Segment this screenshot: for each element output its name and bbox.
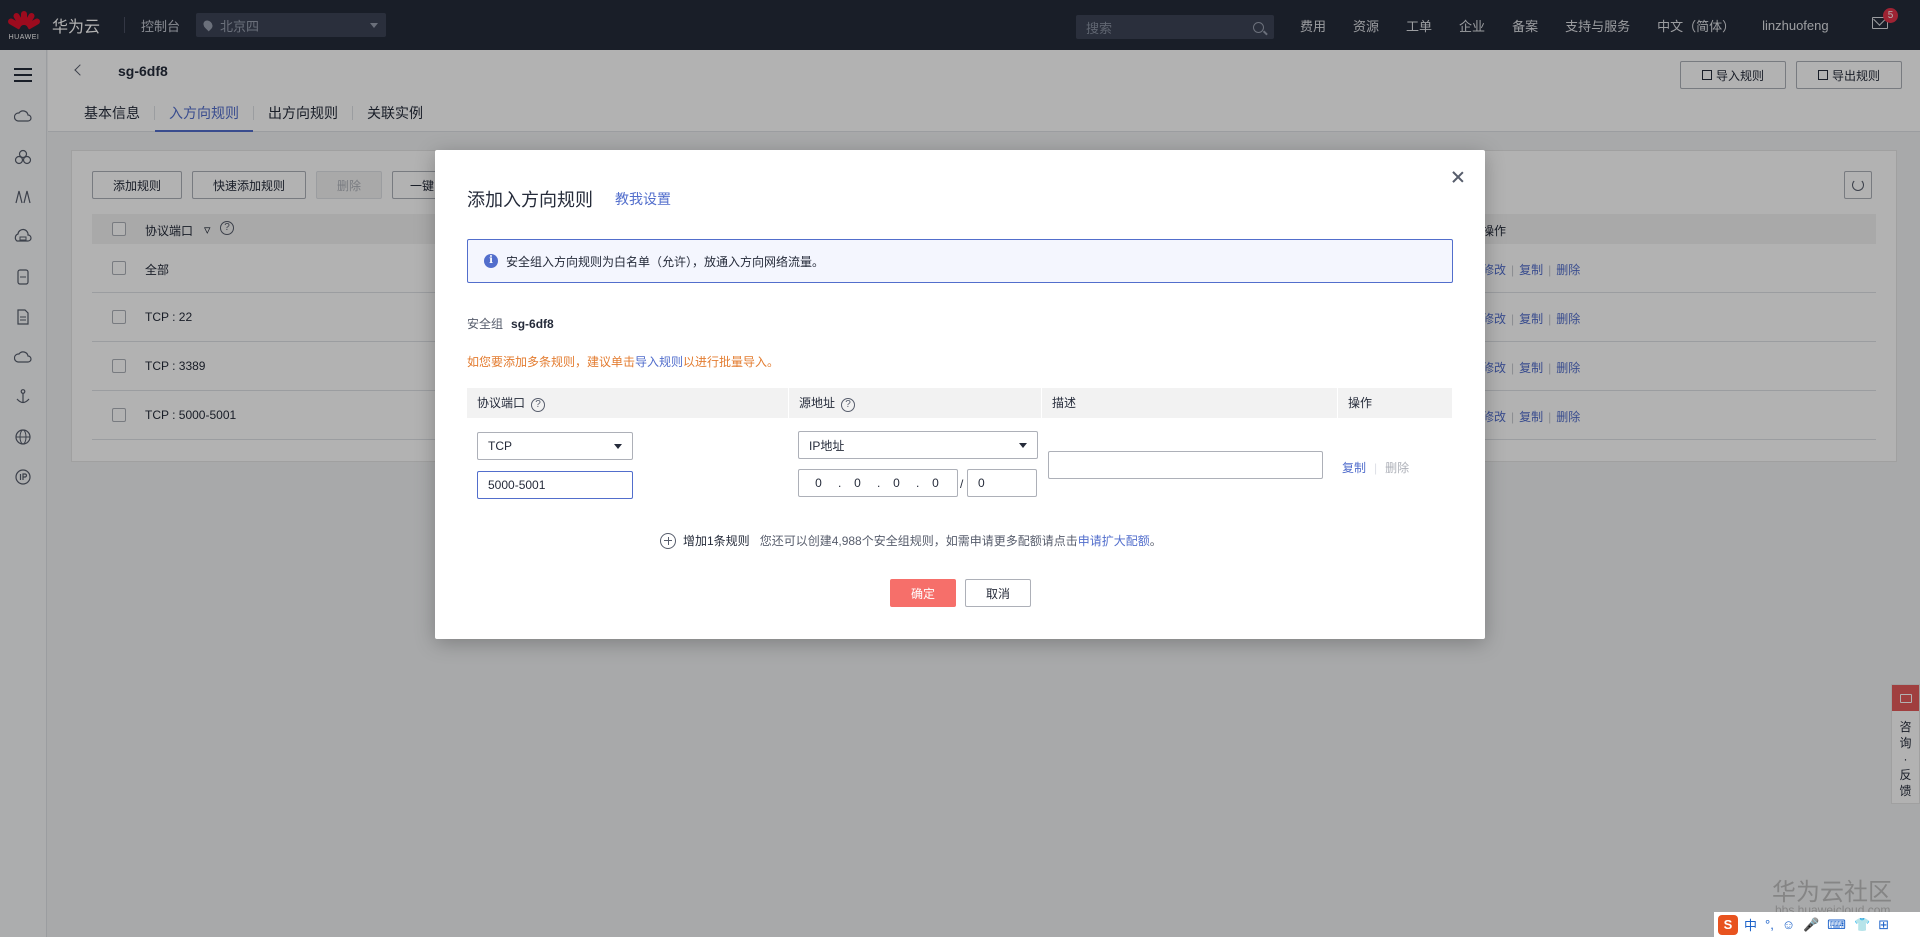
bulk-import-hint: 如您要添加多条规则，建议单击导入规则以进行批量导入。 <box>467 353 779 370</box>
ip-octet[interactable]: 0 <box>916 476 955 490</box>
rule-row-actions: 复制 | 删除 <box>1342 461 1410 475</box>
hint-prefix: 如您要添加多条规则，建议单击 <box>467 355 636 369</box>
ime-toolbar: S 中 °, ☺ 🎤 ⌨ 👕 ⊞ <box>1714 912 1920 937</box>
security-group-value: sg-6df8 <box>511 317 554 331</box>
rule-table-header: 协议端口? 源地址? 描述 操作 <box>467 388 1453 418</box>
ip-octet[interactable]: 0 <box>799 476 838 490</box>
copy-rule-link[interactable]: 复制 <box>1342 461 1366 475</box>
ip-address-input[interactable]: 0. 0. 0. 0 <box>798 469 958 497</box>
add-one-rule-link[interactable]: 增加1条规则 <box>683 532 750 549</box>
help-icon[interactable]: ? <box>531 398 546 412</box>
hint-suffix: 以进行批量导入。 <box>683 355 780 369</box>
quota-hint: 您还可以创建4,988个安全组规则，如需申请更多配额请点击申请扩大配额。 <box>760 532 1162 549</box>
help-icon[interactable]: ? <box>841 398 856 412</box>
col-description: 描述 <box>1042 388 1338 418</box>
col-protocol-port: 协议端口? <box>467 388 789 418</box>
add-inbound-rule-dialog: 添加入方向规则 教我设置 i 安全组入方向规则为白名单（允许），放通入方向网络流… <box>435 150 1485 639</box>
cancel-button[interactable]: 取消 <box>965 579 1031 607</box>
info-text: 安全组入方向规则为白名单（允许），放通入方向网络流量。 <box>506 254 825 269</box>
col-operations: 操作 <box>1338 388 1453 418</box>
sogou-ime-icon[interactable]: S <box>1718 914 1738 935</box>
delete-rule-link[interactable]: 删除 <box>1385 461 1409 475</box>
source-type-select[interactable]: IP地址 <box>798 431 1038 459</box>
mask-input[interactable]: 0 <box>967 469 1037 497</box>
protocol-select[interactable]: TCP <box>477 432 633 460</box>
source-type-value: IP地址 <box>809 438 845 453</box>
mask-slash: / <box>960 477 964 491</box>
add-rule-line: 增加1条规则 您还可以创建4,988个安全组规则，如需申请更多配额请点击申请扩大… <box>660 532 1162 549</box>
security-group-line: 安全组 sg-6df8 <box>467 315 554 332</box>
ime-lang-toggle[interactable]: 中 <box>1744 915 1757 934</box>
ime-keyboard-icon[interactable]: ⌨ <box>1827 917 1846 933</box>
request-quota-link[interactable]: 申请扩大配额 <box>1078 534 1150 548</box>
chevron-down-icon <box>1019 442 1027 448</box>
col-protocol-label: 协议端口 <box>477 396 526 410</box>
ime-emoji-icon[interactable]: ☺ <box>1782 917 1795 932</box>
col-source-label: 源地址 <box>799 396 836 410</box>
close-icon[interactable] <box>1451 170 1465 184</box>
description-input[interactable] <box>1048 451 1323 479</box>
rule-editor-table: 协议端口? 源地址? 描述 操作 <box>467 388 1453 418</box>
protocol-value: TCP <box>488 439 512 453</box>
info-banner: i 安全组入方向规则为白名单（允许），放通入方向网络流量。 <box>467 239 1453 283</box>
help-setup-link[interactable]: 教我设置 <box>615 189 671 209</box>
ip-octet[interactable]: 0 <box>838 476 877 490</box>
ime-mic-icon[interactable]: 🎤 <box>1803 917 1819 933</box>
chevron-down-icon <box>614 443 622 449</box>
quota-hint-end: 。 <box>1149 534 1162 548</box>
ime-menu-icon[interactable]: ⊞ <box>1878 917 1889 933</box>
ime-skin-icon[interactable]: 👕 <box>1854 917 1870 933</box>
confirm-button[interactable]: 确定 <box>890 579 956 607</box>
info-icon: i <box>484 254 498 268</box>
col-source: 源地址? <box>789 388 1042 418</box>
add-circle-icon[interactable] <box>660 532 676 549</box>
quota-hint-text: 您还可以创建4,988个安全组规则，如需申请更多配额请点击 <box>759 534 1078 548</box>
ip-octet[interactable]: 0 <box>877 476 916 490</box>
ime-punct-icon[interactable]: °, <box>1765 917 1774 932</box>
import-rules-link[interactable]: 导入规则 <box>635 355 683 369</box>
dialog-title: 添加入方向规则 <box>467 190 593 210</box>
port-input[interactable]: 5000-5001 <box>477 471 633 499</box>
security-group-label: 安全组 <box>467 317 504 331</box>
